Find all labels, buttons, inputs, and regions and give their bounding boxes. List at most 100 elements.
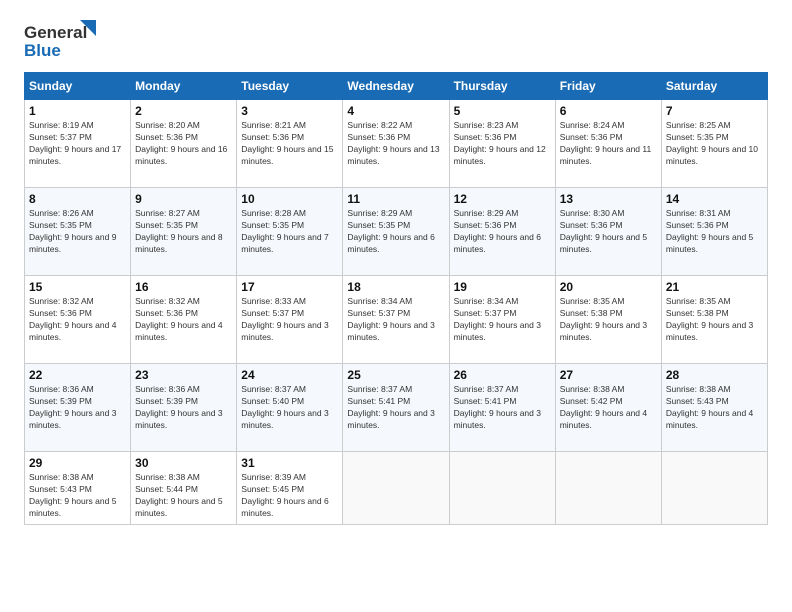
day-number: 8 — [29, 192, 126, 206]
day-info: Sunrise: 8:34 AM Sunset: 5:37 PM Dayligh… — [454, 296, 551, 344]
day-info: Sunrise: 8:32 AM Sunset: 5:36 PM Dayligh… — [29, 296, 126, 344]
page: GeneralBlue SundayMondayTuesdayWednesday… — [0, 0, 792, 612]
weekday-header-friday: Friday — [555, 73, 661, 100]
calendar-cell: 31 Sunrise: 8:39 AM Sunset: 5:45 PM Dayli… — [237, 452, 343, 525]
weekday-header-saturday: Saturday — [661, 73, 767, 100]
day-info: Sunrise: 8:38 AM Sunset: 5:42 PM Dayligh… — [560, 384, 657, 432]
day-info: Sunrise: 8:38 AM Sunset: 5:44 PM Dayligh… — [135, 472, 232, 520]
day-info: Sunrise: 8:37 AM Sunset: 5:40 PM Dayligh… — [241, 384, 338, 432]
weekday-header-row: SundayMondayTuesdayWednesdayThursdayFrid… — [25, 73, 768, 100]
calendar-cell: 16 Sunrise: 8:32 AM Sunset: 5:36 PM Dayli… — [131, 276, 237, 364]
day-number: 2 — [135, 104, 232, 118]
day-info: Sunrise: 8:35 AM Sunset: 5:38 PM Dayligh… — [560, 296, 657, 344]
svg-text:General: General — [24, 23, 87, 42]
day-info: Sunrise: 8:32 AM Sunset: 5:36 PM Dayligh… — [135, 296, 232, 344]
weekday-header-sunday: Sunday — [25, 73, 131, 100]
calendar-cell: 23 Sunrise: 8:36 AM Sunset: 5:39 PM Dayli… — [131, 364, 237, 452]
calendar-cell: 25 Sunrise: 8:37 AM Sunset: 5:41 PM Dayli… — [343, 364, 449, 452]
day-number: 22 — [29, 368, 126, 382]
header: GeneralBlue — [24, 20, 768, 60]
day-number: 13 — [560, 192, 657, 206]
day-number: 21 — [666, 280, 763, 294]
calendar-cell: 1 Sunrise: 8:19 AM Sunset: 5:37 PM Daylig… — [25, 100, 131, 188]
calendar-cell: 18 Sunrise: 8:34 AM Sunset: 5:37 PM Dayli… — [343, 276, 449, 364]
day-info: Sunrise: 8:36 AM Sunset: 5:39 PM Dayligh… — [29, 384, 126, 432]
day-info: Sunrise: 8:33 AM Sunset: 5:37 PM Dayligh… — [241, 296, 338, 344]
day-info: Sunrise: 8:27 AM Sunset: 5:35 PM Dayligh… — [135, 208, 232, 256]
day-info: Sunrise: 8:38 AM Sunset: 5:43 PM Dayligh… — [666, 384, 763, 432]
day-info: Sunrise: 8:22 AM Sunset: 5:36 PM Dayligh… — [347, 120, 444, 168]
calendar-cell: 9 Sunrise: 8:27 AM Sunset: 5:35 PM Daylig… — [131, 188, 237, 276]
calendar-cell — [555, 452, 661, 525]
day-number: 30 — [135, 456, 232, 470]
calendar-cell: 19Sunrise: 8:34 AM Sunset: 5:37 PM Dayli… — [449, 276, 555, 364]
day-info: Sunrise: 8:31 AM Sunset: 5:36 PM Dayligh… — [666, 208, 763, 256]
day-number: 25 — [347, 368, 444, 382]
calendar-cell: 21 Sunrise: 8:35 AM Sunset: 5:38 PM Dayli… — [661, 276, 767, 364]
svg-text:Blue: Blue — [24, 41, 61, 60]
day-number: 12 — [454, 192, 551, 206]
calendar-cell — [449, 452, 555, 525]
day-number: 9 — [135, 192, 232, 206]
day-info: Sunrise: 8:28 AM Sunset: 5:35 PM Dayligh… — [241, 208, 338, 256]
calendar-cell: 2 Sunrise: 8:20 AM Sunset: 5:36 PM Daylig… — [131, 100, 237, 188]
calendar-cell: 29Sunrise: 8:38 AM Sunset: 5:43 PM Dayli… — [25, 452, 131, 525]
day-number: 10 — [241, 192, 338, 206]
day-info: Sunrise: 8:37 AM Sunset: 5:41 PM Dayligh… — [454, 384, 551, 432]
day-number: 4 — [347, 104, 444, 118]
day-info: Sunrise: 8:29 AM Sunset: 5:35 PM Dayligh… — [347, 208, 444, 256]
calendar-cell: 7 Sunrise: 8:25 AM Sunset: 5:35 PM Daylig… — [661, 100, 767, 188]
day-number: 28 — [666, 368, 763, 382]
day-number: 5 — [454, 104, 551, 118]
day-info: Sunrise: 8:19 AM Sunset: 5:37 PM Dayligh… — [29, 120, 126, 168]
weekday-header-monday: Monday — [131, 73, 237, 100]
day-number: 16 — [135, 280, 232, 294]
day-info: Sunrise: 8:23 AM Sunset: 5:36 PM Dayligh… — [454, 120, 551, 168]
calendar-cell: 3Sunrise: 8:21 AM Sunset: 5:36 PM Daylig… — [237, 100, 343, 188]
day-info: Sunrise: 8:20 AM Sunset: 5:36 PM Dayligh… — [135, 120, 232, 168]
logo: GeneralBlue — [24, 20, 104, 60]
calendar-cell: 26 Sunrise: 8:37 AM Sunset: 5:41 PM Dayli… — [449, 364, 555, 452]
day-number: 14 — [666, 192, 763, 206]
calendar-cell — [343, 452, 449, 525]
day-info: Sunrise: 8:39 AM Sunset: 5:45 PM Dayligh… — [241, 472, 338, 520]
calendar-cell: 13 Sunrise: 8:30 AM Sunset: 5:36 PM Dayli… — [555, 188, 661, 276]
day-number: 24 — [241, 368, 338, 382]
day-number: 7 — [666, 104, 763, 118]
calendar-cell: 12Sunrise: 8:29 AM Sunset: 5:36 PM Dayli… — [449, 188, 555, 276]
calendar-cell: 5 Sunrise: 8:23 AM Sunset: 5:36 PM Daylig… — [449, 100, 555, 188]
day-number: 17 — [241, 280, 338, 294]
day-number: 1 — [29, 104, 126, 118]
calendar-cell: 30 Sunrise: 8:38 AM Sunset: 5:44 PM Dayli… — [131, 452, 237, 525]
day-number: 26 — [454, 368, 551, 382]
day-info: Sunrise: 8:35 AM Sunset: 5:38 PM Dayligh… — [666, 296, 763, 344]
day-info: Sunrise: 8:25 AM Sunset: 5:35 PM Dayligh… — [666, 120, 763, 168]
day-info: Sunrise: 8:24 AM Sunset: 5:36 PM Dayligh… — [560, 120, 657, 168]
day-info: Sunrise: 8:21 AM Sunset: 5:36 PM Dayligh… — [241, 120, 338, 168]
day-info: Sunrise: 8:38 AM Sunset: 5:43 PM Dayligh… — [29, 472, 126, 520]
calendar-cell — [661, 452, 767, 525]
weekday-header-wednesday: Wednesday — [343, 73, 449, 100]
day-number: 27 — [560, 368, 657, 382]
calendar-cell: 10 Sunrise: 8:28 AM Sunset: 5:35 PM Dayli… — [237, 188, 343, 276]
day-info: Sunrise: 8:34 AM Sunset: 5:37 PM Dayligh… — [347, 296, 444, 344]
day-info: Sunrise: 8:30 AM Sunset: 5:36 PM Dayligh… — [560, 208, 657, 256]
day-number: 15 — [29, 280, 126, 294]
calendar: SundayMondayTuesdayWednesdayThursdayFrid… — [24, 72, 768, 525]
calendar-cell: 20 Sunrise: 8:35 AM Sunset: 5:38 PM Dayli… — [555, 276, 661, 364]
day-number: 18 — [347, 280, 444, 294]
day-info: Sunrise: 8:36 AM Sunset: 5:39 PM Dayligh… — [135, 384, 232, 432]
logo-svg: GeneralBlue — [24, 20, 104, 60]
weekday-header-thursday: Thursday — [449, 73, 555, 100]
calendar-cell: 14 Sunrise: 8:31 AM Sunset: 5:36 PM Dayli… — [661, 188, 767, 276]
day-number: 11 — [347, 192, 444, 206]
calendar-cell: 24 Sunrise: 8:37 AM Sunset: 5:40 PM Dayli… — [237, 364, 343, 452]
calendar-cell: 11 Sunrise: 8:29 AM Sunset: 5:35 PM Dayli… — [343, 188, 449, 276]
day-number: 31 — [241, 456, 338, 470]
day-number: 20 — [560, 280, 657, 294]
day-info: Sunrise: 8:37 AM Sunset: 5:41 PM Dayligh… — [347, 384, 444, 432]
day-info: Sunrise: 8:26 AM Sunset: 5:35 PM Dayligh… — [29, 208, 126, 256]
day-number: 23 — [135, 368, 232, 382]
calendar-cell: 4 Sunrise: 8:22 AM Sunset: 5:36 PM Daylig… — [343, 100, 449, 188]
calendar-cell: 27 Sunrise: 8:38 AM Sunset: 5:42 PM Dayli… — [555, 364, 661, 452]
